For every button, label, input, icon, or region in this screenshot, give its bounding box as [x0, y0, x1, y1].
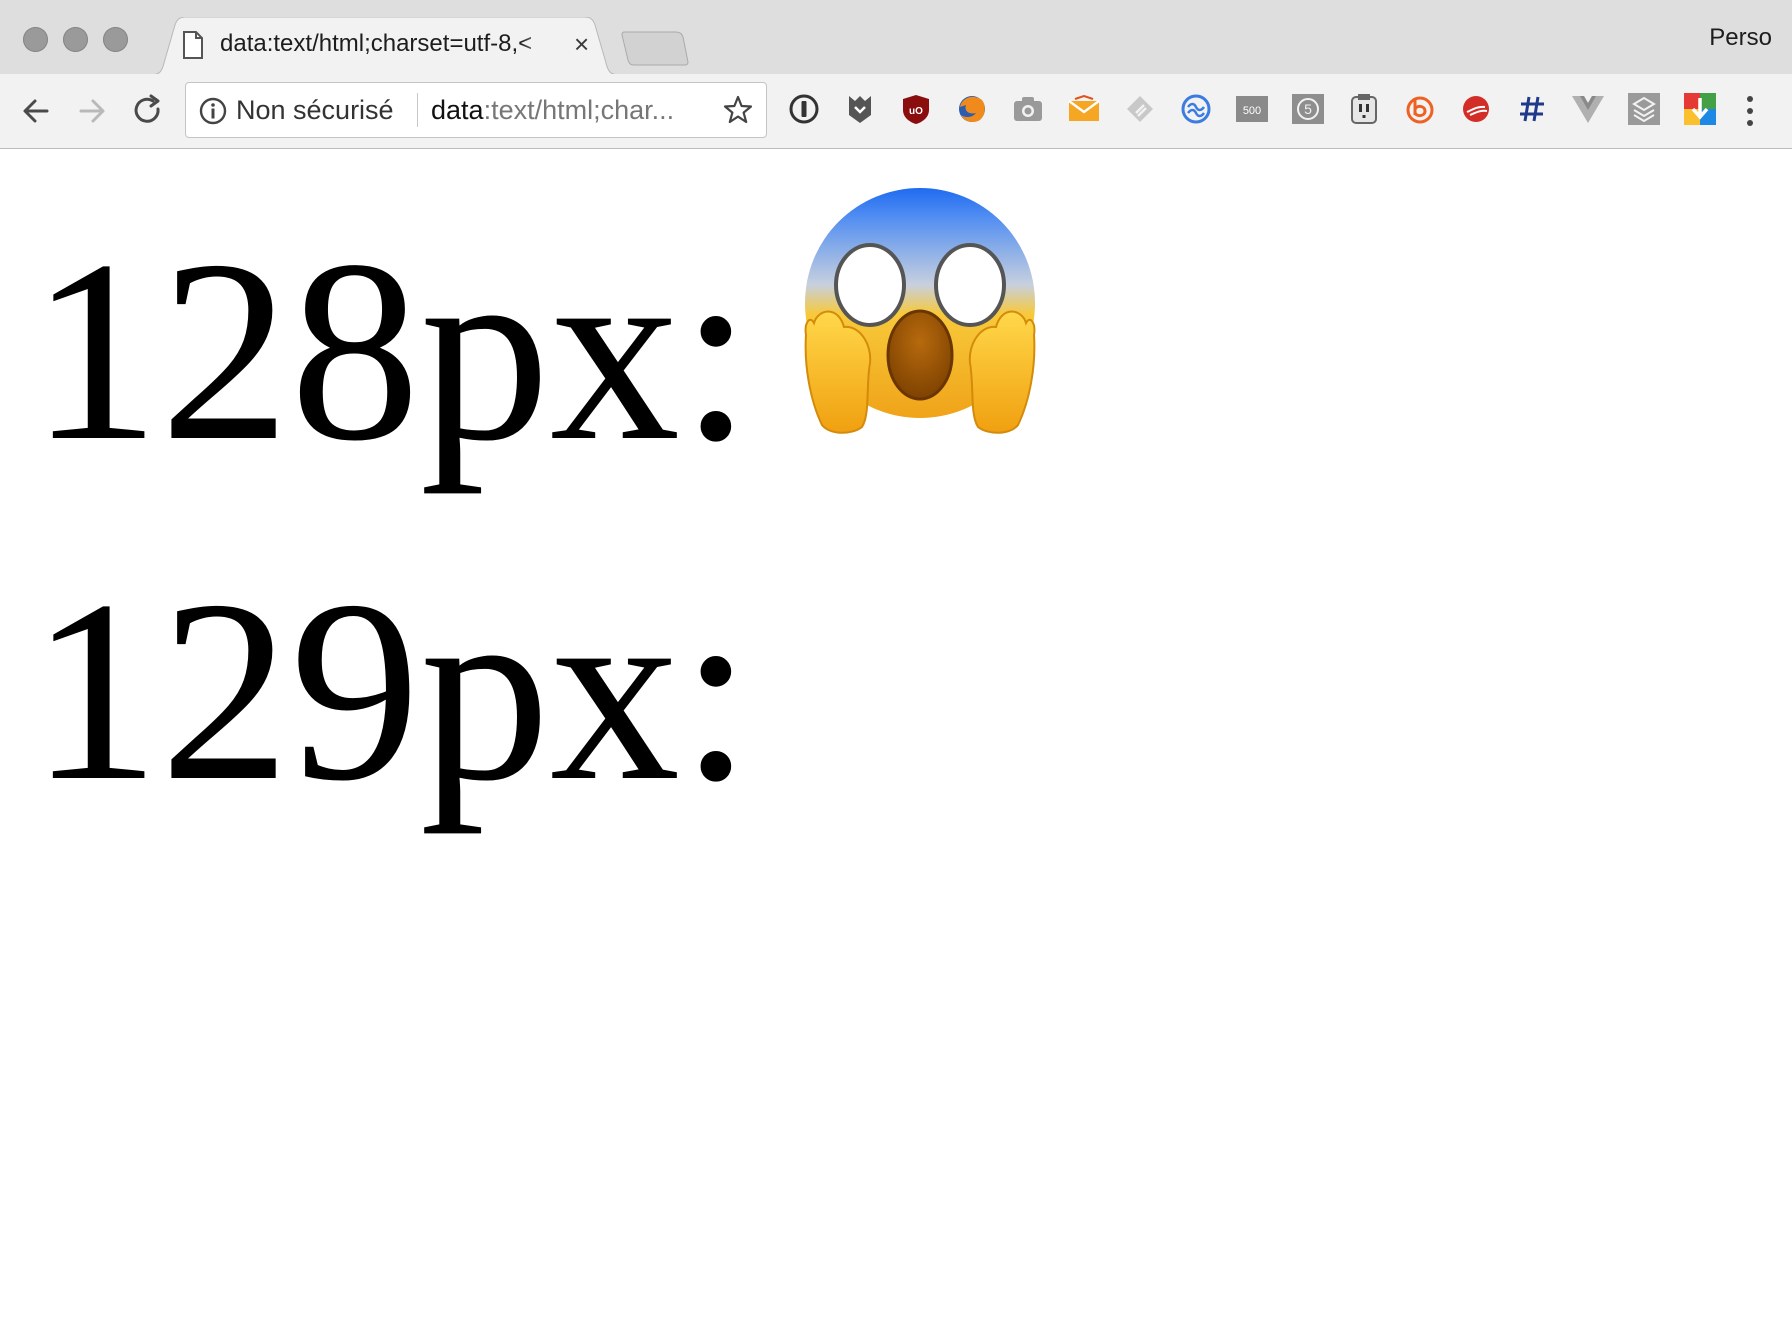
tab-close-icon[interactable]: × — [574, 29, 589, 59]
bookmark-star-icon[interactable] — [723, 95, 753, 125]
ublock-icon[interactable]: uO — [898, 91, 934, 127]
more-menu-icon[interactable] — [1745, 93, 1755, 129]
zoom-window-button[interactable] — [103, 27, 128, 52]
tab-active[interactable]: data:text/html;charset=utf-8,< × — [150, 17, 620, 75]
security-label[interactable]: Non sécurisé — [236, 95, 394, 126]
line-128px: 128px: — [30, 207, 753, 495]
address-bar[interactable]: Non sécurisé data:text/html;char... — [185, 82, 767, 138]
face-screaming-in-fear-icon — [804, 188, 1036, 434]
omnibox-divider — [417, 93, 418, 127]
firefox-icon[interactable] — [954, 91, 990, 127]
feedly-icon[interactable] — [1122, 91, 1158, 127]
forward-arrow-icon[interactable] — [73, 92, 111, 130]
page-content: 128px: 129px: — [0, 149, 1792, 1322]
url-scheme: data — [431, 95, 484, 125]
browser-chrome: data:text/html;charset=utf-8,< × Perso N… — [0, 0, 1792, 149]
info-icon[interactable] — [199, 97, 227, 125]
profile-name[interactable]: Perso — [1709, 24, 1772, 52]
page-document-icon — [183, 31, 203, 59]
tab-strip: data:text/html;charset=utf-8,< × Perso — [0, 0, 1792, 75]
noscript-icon[interactable] — [1346, 91, 1382, 127]
line-129px: 129px: — [30, 547, 753, 835]
mailtrack-icon[interactable] — [1066, 91, 1102, 127]
svg-text:uO: uO — [909, 106, 923, 117]
close-window-button[interactable] — [23, 27, 48, 52]
lastpass-icon[interactable] — [1458, 91, 1494, 127]
reload-icon[interactable] — [129, 92, 167, 130]
url-text[interactable]: data:text/html;char... — [431, 95, 674, 126]
browser-toolbar: Non sécurisé data:text/html;char... uO 5… — [0, 74, 1792, 148]
layers-icon[interactable] — [1626, 91, 1662, 127]
url-rest: :text/html;char... — [483, 95, 675, 125]
pocket-five-icon[interactable]: 5 — [1290, 91, 1326, 127]
google-keep-icon[interactable] — [1682, 91, 1718, 127]
new-tab-button[interactable] — [620, 30, 690, 66]
ghostery-icon[interactable] — [842, 91, 878, 127]
svg-text:500: 500 — [1243, 105, 1261, 117]
1password-icon[interactable] — [786, 91, 822, 127]
svg-text:5: 5 — [1304, 101, 1312, 117]
minimize-window-button[interactable] — [63, 27, 88, 52]
workona-icon[interactable] — [1178, 91, 1214, 127]
camera-icon[interactable] — [1010, 91, 1046, 127]
hashtag-icon[interactable] — [1514, 91, 1550, 127]
tab-title: data:text/html;charset=utf-8,< — [220, 30, 560, 58]
back-arrow-icon[interactable] — [17, 92, 55, 130]
500px-icon[interactable]: 500 — [1234, 91, 1270, 127]
bitly-icon[interactable] — [1402, 91, 1438, 127]
vue-devtools-icon[interactable] — [1570, 91, 1606, 127]
